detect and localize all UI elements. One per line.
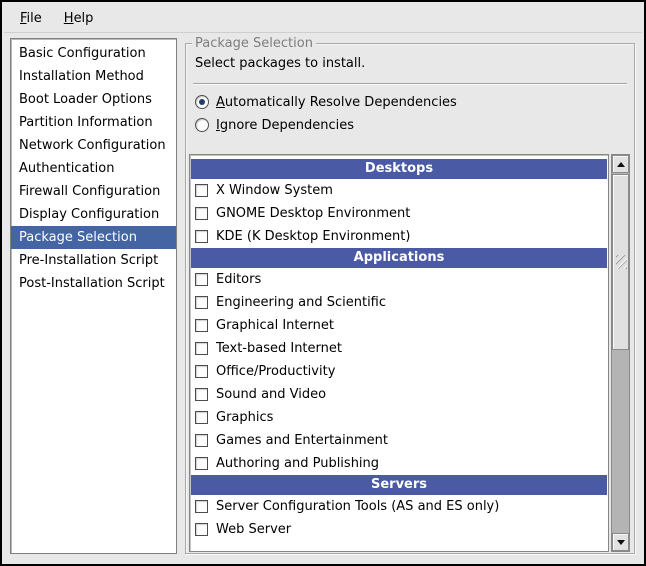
checkbox-icon[interactable] xyxy=(195,342,208,355)
package-scrolled-window: Desktops X Window System GNOME Desktop E… xyxy=(189,154,630,552)
checkbox-icon[interactable] xyxy=(195,500,208,513)
kickstart-configurator-window: File Help Basic Configuration Installati… xyxy=(0,0,646,566)
package-item-label: Authoring and Publishing xyxy=(216,456,379,471)
radio-button-icon[interactable] xyxy=(195,95,209,109)
package-item-gnome-desktop[interactable]: GNOME Desktop Environment xyxy=(190,202,608,225)
menu-file[interactable]: File xyxy=(12,7,50,30)
sidebar-item-basic-configuration[interactable]: Basic Configuration xyxy=(11,42,176,65)
arrow-up-icon xyxy=(617,162,625,167)
package-item-graphics[interactable]: Graphics xyxy=(190,406,608,429)
checkbox-icon[interactable] xyxy=(195,273,208,286)
checkbox-icon[interactable] xyxy=(195,319,208,332)
sidebar-item-partition-information[interactable]: Partition Information xyxy=(11,111,176,134)
package-item-label: Games and Entertainment xyxy=(216,433,388,448)
checkbox-icon[interactable] xyxy=(195,457,208,470)
package-item-label: KDE (K Desktop Environment) xyxy=(216,229,410,244)
radio-label-rest: gnore Dependencies xyxy=(220,118,354,133)
menu-bar: File Help xyxy=(4,4,642,33)
sidebar-item-display-configuration[interactable]: Display Configuration xyxy=(11,203,176,226)
checkbox-icon[interactable] xyxy=(195,296,208,309)
package-item-web-server[interactable]: Web Server xyxy=(190,518,608,541)
package-item-label: GNOME Desktop Environment xyxy=(216,206,410,221)
checkbox-icon[interactable] xyxy=(195,184,208,197)
package-item-label: X Window System xyxy=(216,183,333,198)
package-item-office-productivity[interactable]: Office/Productivity xyxy=(190,360,608,383)
sidebar-item-package-selection[interactable]: Package Selection xyxy=(11,226,176,249)
package-item-engineering-scientific[interactable]: Engineering and Scientific xyxy=(190,291,608,314)
menu-file-rest: ile xyxy=(27,11,42,26)
group-title: Package Selection xyxy=(192,35,316,52)
package-item-editors[interactable]: Editors xyxy=(190,268,608,291)
section-header-applications: Applications xyxy=(191,248,607,268)
package-item-label: Text-based Internet xyxy=(216,341,342,356)
package-item-authoring-publishing[interactable]: Authoring and Publishing xyxy=(190,452,608,475)
sidebar-item-boot-loader-options[interactable]: Boot Loader Options xyxy=(11,88,176,111)
scrollbar-thumb[interactable] xyxy=(612,174,629,350)
package-item-label: Server Configuration Tools (AS and ES on… xyxy=(216,499,499,514)
sidebar-item-post-installation-script[interactable]: Post-Installation Script xyxy=(11,272,176,295)
checkbox-icon[interactable] xyxy=(195,207,208,220)
scrollbar-up-button[interactable] xyxy=(612,155,629,173)
package-item-label: Sound and Video xyxy=(216,387,326,402)
scrollbar-grip-icon xyxy=(616,255,627,269)
section-header-servers: Servers xyxy=(191,475,607,495)
radio-label-accel: A xyxy=(216,95,225,110)
horizontal-separator xyxy=(193,83,627,85)
package-item-text-based-internet[interactable]: Text-based Internet xyxy=(190,337,608,360)
sidebar-item-network-configuration[interactable]: Network Configuration xyxy=(11,134,176,157)
checkbox-icon[interactable] xyxy=(195,230,208,243)
scrollbar-down-button[interactable] xyxy=(612,533,629,551)
package-selection-group: Package Selection Select packages to ins… xyxy=(185,43,635,554)
radio-ignore-dependencies[interactable]: Ignore Dependencies xyxy=(195,115,354,135)
package-item-x-window-system[interactable]: X Window System xyxy=(190,179,608,202)
instruction-label: Select packages to install. xyxy=(195,56,365,71)
category-list: Basic Configuration Installation Method … xyxy=(10,38,177,554)
section-header-desktops: Desktops xyxy=(191,159,607,179)
package-item-label: Graphics xyxy=(216,410,273,425)
sidebar-item-authentication[interactable]: Authentication xyxy=(11,157,176,180)
package-list: Desktops X Window System GNOME Desktop E… xyxy=(189,154,609,552)
sidebar-item-installation-method[interactable]: Installation Method xyxy=(11,65,176,88)
menu-help-accel: H xyxy=(64,11,74,26)
menu-help-rest: elp xyxy=(74,11,94,26)
package-item-label: Editors xyxy=(216,272,261,287)
menu-help[interactable]: Help xyxy=(56,7,102,30)
radio-label: Automatically Resolve Dependencies xyxy=(216,95,457,110)
package-item-games-entertainment[interactable]: Games and Entertainment xyxy=(190,429,608,452)
package-item-kde-desktop[interactable]: KDE (K Desktop Environment) xyxy=(190,225,608,248)
radio-dot xyxy=(199,99,205,105)
package-item-server-configuration-tools[interactable]: Server Configuration Tools (AS and ES on… xyxy=(190,495,608,518)
checkbox-icon[interactable] xyxy=(195,434,208,447)
package-item-label: Web Server xyxy=(216,522,291,537)
package-item-sound-and-video[interactable]: Sound and Video xyxy=(190,383,608,406)
sidebar-item-pre-installation-script[interactable]: Pre-Installation Script xyxy=(11,249,176,272)
package-item-label: Graphical Internet xyxy=(216,318,334,333)
checkbox-icon[interactable] xyxy=(195,523,208,536)
radio-auto-resolve-dependencies[interactable]: Automatically Resolve Dependencies xyxy=(195,92,457,112)
radio-label-rest: utomatically Resolve Dependencies xyxy=(225,95,457,110)
arrow-down-icon xyxy=(617,540,625,545)
package-item-graphical-internet[interactable]: Graphical Internet xyxy=(190,314,608,337)
checkbox-icon[interactable] xyxy=(195,411,208,424)
vertical-scrollbar[interactable] xyxy=(611,154,630,552)
sidebar-item-firewall-configuration[interactable]: Firewall Configuration xyxy=(11,180,176,203)
radio-label: Ignore Dependencies xyxy=(216,118,354,133)
package-item-label: Office/Productivity xyxy=(216,364,335,379)
radio-button-icon[interactable] xyxy=(195,118,209,132)
package-item-label: Engineering and Scientific xyxy=(216,295,386,310)
checkbox-icon[interactable] xyxy=(195,365,208,378)
checkbox-icon[interactable] xyxy=(195,388,208,401)
